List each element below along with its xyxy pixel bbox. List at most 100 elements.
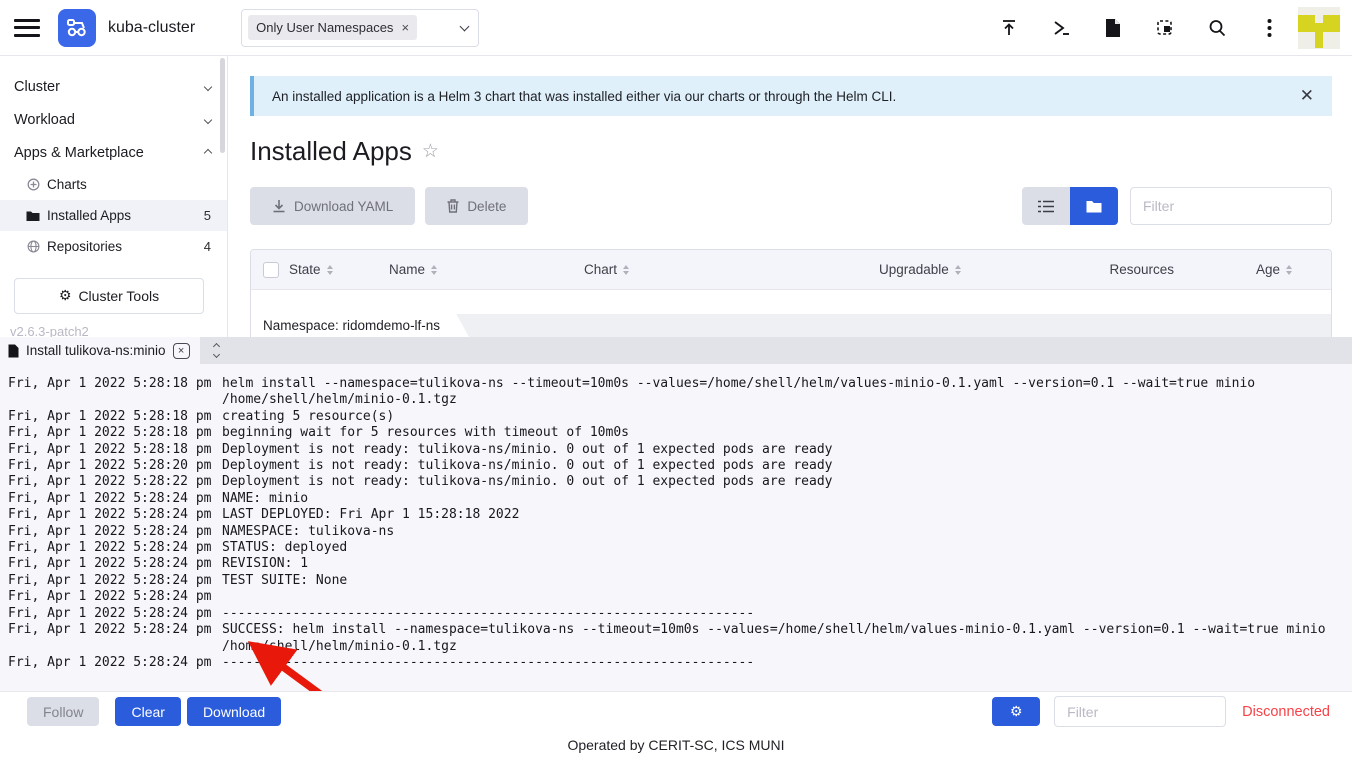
log-line: Fri, Apr 1 2022 5:28:24 pmNAMESPACE: tul… (8, 524, 1352, 540)
panel-resize-toggle[interactable] (214, 344, 219, 364)
import-yaml-icon[interactable] (1154, 17, 1176, 39)
chevron-down-icon (213, 351, 220, 358)
column-header-chart[interactable]: Chart (584, 262, 879, 277)
log-filter-input[interactable] (1054, 696, 1226, 727)
column-header-upgradable[interactable]: Upgradable (879, 262, 1079, 277)
globe-icon (26, 240, 40, 254)
log-line: Fri, Apr 1 2022 5:28:18 pmDeployment is … (8, 442, 1352, 458)
chevron-down-icon (204, 115, 212, 123)
sidebar-section-workload[interactable]: Workload (0, 103, 227, 136)
follow-button[interactable]: Follow (27, 697, 99, 726)
tab-close-icon[interactable]: × (173, 343, 190, 359)
user-avatar[interactable] (1298, 7, 1340, 49)
repositories-count: 4 (204, 239, 211, 254)
cluster-logo-icon (65, 16, 89, 40)
namespace-group-label: Namespace: ridomdemo-lf-ns (251, 310, 474, 337)
installed-apps-count: 5 (204, 208, 211, 223)
connection-status: Disconnected (1242, 704, 1330, 720)
clear-button[interactable]: Clear (115, 697, 180, 726)
download-yaml-button[interactable]: Download YAML (250, 187, 415, 225)
upload-icon[interactable] (998, 17, 1020, 39)
sidebar-item-installed-apps[interactable]: Installed Apps 5 (0, 200, 227, 231)
sort-icon[interactable] (431, 265, 437, 275)
chevron-down-icon[interactable] (460, 21, 470, 31)
sort-icon[interactable] (955, 265, 961, 275)
kubectl-shell-icon[interactable] (1050, 17, 1072, 39)
log-line: Fri, Apr 1 2022 5:28:24 pmREVISION: 1 (8, 556, 1352, 572)
gear-icon: ⚙ (1010, 704, 1023, 720)
chevron-down-icon (204, 82, 212, 90)
search-icon[interactable] (1206, 17, 1228, 39)
column-header-resources[interactable]: Resources (1079, 262, 1174, 277)
log-line: Fri, Apr 1 2022 5:28:24 pm--------------… (8, 655, 1352, 671)
namespace-filter[interactable]: Only User Namespaces × (241, 9, 479, 47)
info-banner: An installed application is a Helm 3 cha… (250, 76, 1332, 116)
namespace-group-row: Namespace: ridomdemo-lf-ns (251, 314, 1331, 337)
toolbar: Download YAML Delete (250, 187, 1332, 225)
kebab-menu-icon[interactable] (1258, 17, 1280, 39)
log-settings-button[interactable]: ⚙ (992, 697, 1040, 726)
trash-icon (447, 199, 459, 213)
file-icon[interactable] (1102, 17, 1124, 39)
log-line: Fri, Apr 1 2022 5:28:24 pmSUCCESS: helm … (8, 622, 1352, 638)
column-header-name[interactable]: Name (389, 262, 584, 277)
sidebar-item-charts[interactable]: Charts (0, 169, 227, 200)
footer-text: Operated by CERIT-SC, ICS MUNI (567, 737, 784, 753)
log-line: Fri, Apr 1 2022 5:28:24 pm--------------… (8, 606, 1352, 622)
cluster-tools-button[interactable]: ⚙ Cluster Tools (14, 278, 204, 314)
rancher-logo[interactable] (58, 9, 96, 47)
version-label: v2.6.3-patch2 (0, 324, 227, 337)
download-button[interactable]: Download (187, 697, 281, 726)
namespace-tag-remove-icon[interactable]: × (401, 20, 409, 35)
filter-input[interactable] (1130, 187, 1332, 225)
panel-tab-install-minio[interactable]: Install tulikova-ns:minio × (0, 337, 200, 364)
delete-button[interactable]: Delete (425, 187, 528, 225)
folder-icon (1086, 200, 1102, 213)
chevron-up-icon (213, 343, 220, 350)
namespace-filter-tag[interactable]: Only User Namespaces × (248, 15, 417, 40)
column-header-age[interactable]: Age (1174, 262, 1331, 277)
view-toggle (1022, 187, 1118, 225)
app-header: kuba-cluster Only User Namespaces × (0, 0, 1352, 56)
log-output[interactable]: Fri, Apr 1 2022 5:28:18 pmhelm install -… (0, 364, 1352, 691)
log-line: /home/shell/helm/minio-0.1.tgz (8, 639, 1352, 655)
log-line: Fri, Apr 1 2022 5:28:18 pmcreating 5 res… (8, 409, 1352, 425)
log-line: Fri, Apr 1 2022 5:28:20 pmDeployment is … (8, 458, 1352, 474)
select-all-checkbox[interactable] (263, 262, 279, 278)
cluster-name[interactable]: kuba-cluster (108, 19, 195, 37)
log-line: Fri, Apr 1 2022 5:28:24 pm (8, 589, 1352, 605)
sidebar-item-repositories[interactable]: Repositories 4 (0, 231, 227, 262)
charts-icon (26, 178, 40, 192)
sidebar-scrollbar[interactable] (220, 58, 225, 153)
folder-icon (26, 209, 40, 223)
favorite-star-icon[interactable]: ☆ (422, 140, 439, 163)
page-title: Installed Apps ☆ (250, 136, 1332, 167)
log-line: Fri, Apr 1 2022 5:28:22 pmDeployment is … (8, 474, 1352, 490)
sidebar-nav: Cluster Workload Apps & Marketplace Char… (0, 56, 228, 337)
sidebar-section-cluster[interactable]: Cluster (0, 70, 227, 103)
chevron-up-icon (204, 148, 212, 156)
sidebar-section-apps-marketplace[interactable]: Apps & Marketplace (0, 136, 227, 169)
log-line: Fri, Apr 1 2022 5:28:24 pmTEST SUITE: No… (8, 573, 1352, 589)
sort-icon[interactable] (623, 265, 629, 275)
gear-icon: ⚙ (59, 288, 72, 304)
log-line: Fri, Apr 1 2022 5:28:18 pmhelm install -… (8, 376, 1352, 392)
banner-close-icon[interactable]: ✕ (1300, 86, 1314, 106)
hamburger-menu-icon[interactable] (14, 19, 40, 37)
grouped-view-button[interactable] (1070, 187, 1118, 225)
list-view-button[interactable] (1022, 187, 1070, 225)
log-line: Fri, Apr 1 2022 5:28:24 pmNAME: minio (8, 491, 1352, 507)
file-icon (8, 344, 19, 358)
sort-icon[interactable] (1286, 265, 1292, 275)
log-line: Fri, Apr 1 2022 5:28:24 pmSTATUS: deploy… (8, 540, 1352, 556)
main-content: An installed application is a Helm 3 cha… (228, 56, 1352, 337)
shell-log-panel: Install tulikova-ns:minio × Fri, Apr 1 2… (0, 337, 1352, 731)
sort-icon[interactable] (327, 265, 333, 275)
page-footer: Operated by CERIT-SC, ICS MUNI (0, 731, 1352, 761)
log-line: /home/shell/helm/minio-0.1.tgz (8, 392, 1352, 408)
log-controls-bar: Follow Clear Download ⚙ Disconnected (0, 691, 1352, 731)
panel-tab-bar: Install tulikova-ns:minio × (0, 337, 1352, 364)
log-line: Fri, Apr 1 2022 5:28:24 pmLAST DEPLOYED:… (8, 507, 1352, 523)
log-line: Fri, Apr 1 2022 5:28:18 pmbeginning wait… (8, 425, 1352, 441)
column-header-state[interactable]: State (289, 262, 389, 277)
